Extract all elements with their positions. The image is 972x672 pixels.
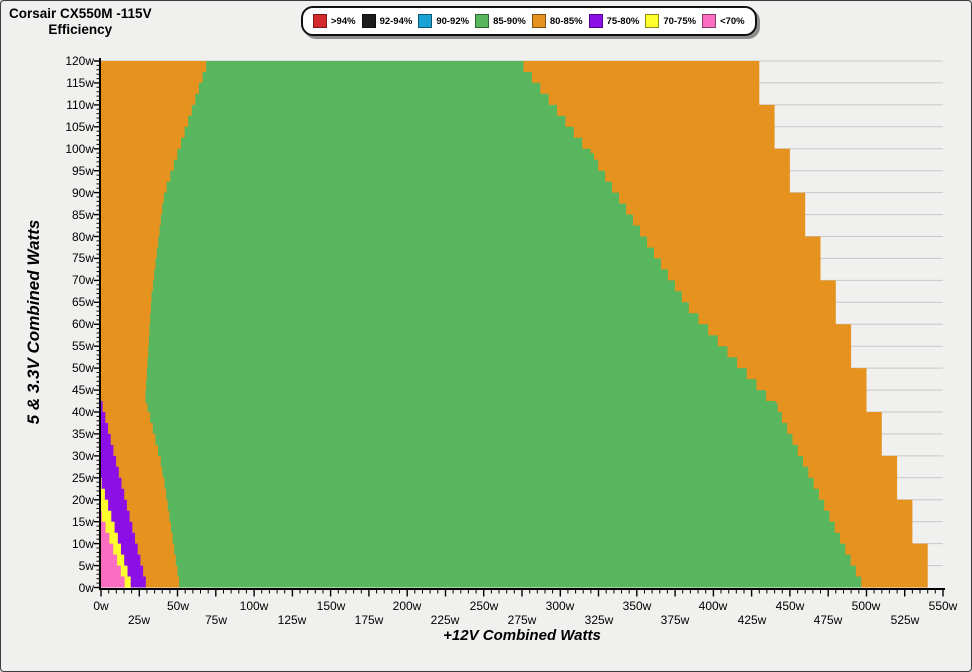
plot-canvas — [1, 1, 971, 671]
chart-window: Corsair CX550M -115V Efficiency >94%92-9… — [0, 0, 972, 672]
y-axis-title: 5 & 3.3V Combined Watts — [24, 172, 44, 472]
x-axis-title: +12V Combined Watts — [322, 627, 722, 644]
